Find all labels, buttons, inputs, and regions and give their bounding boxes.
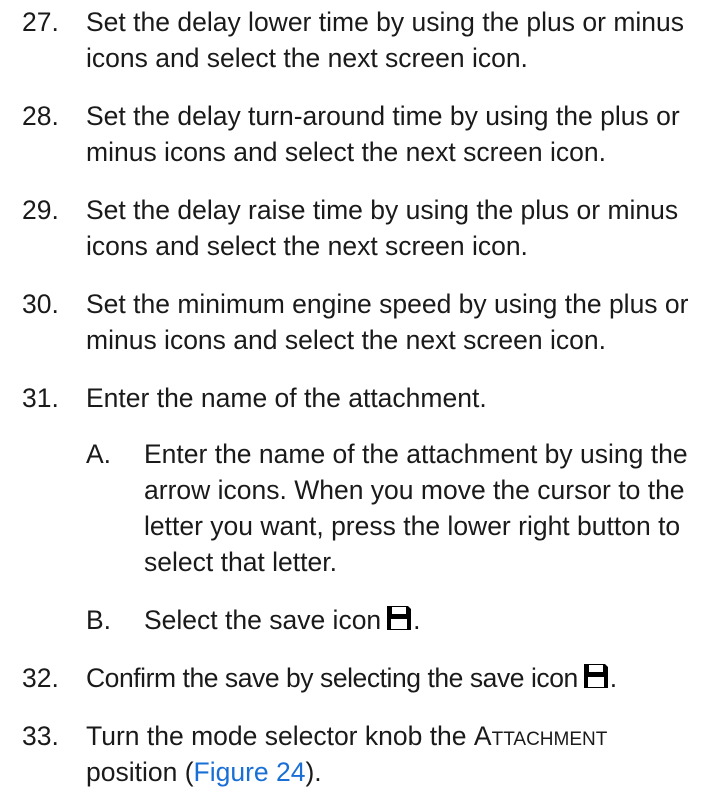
step-content: Confirm the save by selecting the save i…: [86, 660, 712, 696]
substep-letter: B.: [86, 605, 112, 635]
knob-position-label: Attachment: [473, 721, 608, 751]
step-number: 30.: [22, 289, 59, 319]
step-text: Set the delay turn-around time by using …: [86, 101, 680, 167]
step-text: Set the delay raise time by using the pl…: [86, 195, 679, 261]
step-number: 27.: [22, 7, 59, 37]
step-27: 27. Set the delay lower time by using th…: [22, 4, 712, 76]
substep-content: Select the save icon.: [144, 602, 712, 638]
step-31: 31. Enter the name of the attachment. A.…: [22, 380, 712, 638]
step-text: Set the delay lower time by using the pl…: [86, 7, 685, 73]
substep-list: A. Enter the name of the attachment by u…: [86, 436, 712, 638]
save-icon: [387, 606, 412, 630]
step-number: 28.: [22, 101, 59, 131]
substep-letter: A.: [86, 439, 112, 469]
step-text: Confirm the save by selecting the save i…: [86, 663, 578, 693]
step-end: .: [609, 663, 617, 693]
step-number: 33.: [22, 721, 59, 751]
step-text-end: ).: [305, 757, 322, 787]
step-content: Enter the name of the attachment. A. Ent…: [86, 380, 712, 638]
step-content: Turn the mode selector knob the Attachme…: [86, 718, 712, 790]
substep-a: A. Enter the name of the attachment by u…: [86, 436, 712, 580]
step-number: 29.: [22, 195, 59, 225]
substep-text: Enter the name of the attachment by usin…: [144, 439, 688, 577]
step-number: 32.: [22, 663, 59, 693]
step-list: 27. Set the delay lower time by using th…: [22, 4, 712, 812]
step-text: Set the minimum engine speed by using th…: [86, 289, 689, 355]
step-32: 32. Confirm the save by selecting the sa…: [22, 660, 712, 696]
step-text: Enter the name of the attachment.: [86, 383, 487, 413]
step-28: 28. Set the delay turn-around time by us…: [22, 98, 712, 170]
figure-24-link[interactable]: Figure 24: [194, 757, 306, 787]
save-icon: [583, 664, 608, 688]
substep-text: Select the save icon: [144, 605, 382, 635]
step-number: 31.: [22, 383, 59, 413]
substep-end: .: [413, 605, 421, 635]
step-text-before: Turn the mode selector knob the: [86, 721, 467, 751]
step-text-after: position (: [86, 757, 194, 787]
step-29: 29. Set the delay raise time by using th…: [22, 192, 712, 264]
step-33: 33. Turn the mode selector knob the Atta…: [22, 718, 712, 790]
instruction-page: 27. Set the delay lower time by using th…: [0, 0, 728, 787]
substep-b: B. Select the save icon.: [86, 602, 712, 638]
step-30: 30. Set the minimum engine speed by usin…: [22, 286, 712, 358]
